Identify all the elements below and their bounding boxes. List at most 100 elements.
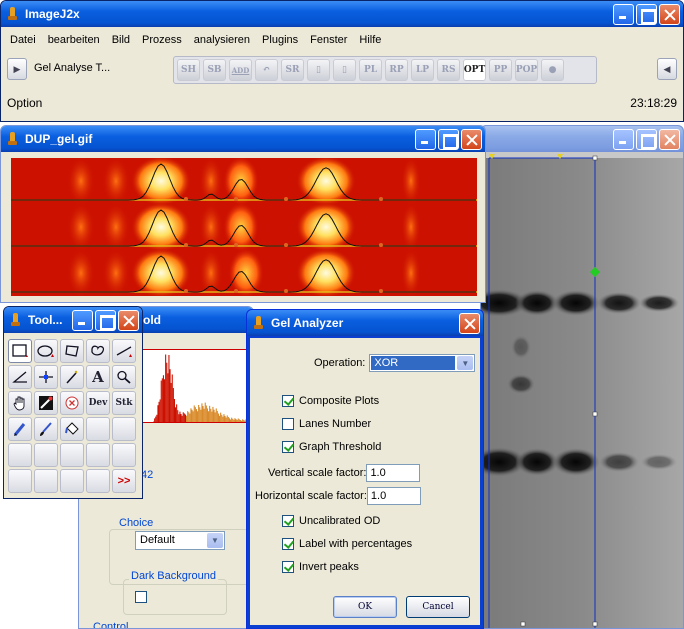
empty-tool-slot[interactable] xyxy=(8,443,32,467)
minimize-button[interactable] xyxy=(415,129,436,150)
pencil-icon[interactable] xyxy=(8,417,32,441)
dark-background-checkbox[interactable] xyxy=(135,591,147,603)
tool-button-add[interactable]: ADD xyxy=(229,59,252,81)
maximize-button[interactable] xyxy=(95,310,116,331)
flood-fill-icon[interactable] xyxy=(60,417,84,441)
play-arrow-button[interactable]: ▶ xyxy=(7,58,27,80)
dialog-close-button[interactable] xyxy=(459,313,480,334)
close-button[interactable] xyxy=(118,310,139,331)
tool-button-lp[interactable]: LP xyxy=(411,59,434,81)
tool-button-rs[interactable]: RS xyxy=(437,59,460,81)
microscope-icon xyxy=(7,132,19,146)
empty-tool-slot[interactable] xyxy=(8,469,32,493)
tool-button-info[interactable]: ● xyxy=(541,59,564,81)
tool-button-rp[interactable]: RP xyxy=(385,59,408,81)
tool-button-opt[interactable]: OPT xyxy=(463,59,486,81)
menu-bild[interactable]: Bild xyxy=(106,31,136,51)
menu-fenster[interactable]: Fenster xyxy=(304,31,353,51)
uncalibrated-od-checkbox[interactable] xyxy=(282,515,294,527)
tool-button-pp[interactable]: PP xyxy=(489,59,512,81)
tool-button-undo[interactable]: ↶ xyxy=(255,59,278,81)
invert-peaks-checkbox[interactable] xyxy=(282,561,294,573)
oval-icon[interactable] xyxy=(34,339,58,363)
choice-dropdown[interactable]: Default ▼ xyxy=(135,531,225,550)
composite-plots-checkbox[interactable] xyxy=(282,395,294,407)
menu-bearbeiten[interactable]: bearbeiten xyxy=(42,31,106,51)
maximize-button[interactable] xyxy=(438,129,459,150)
close-button[interactable] xyxy=(659,4,680,25)
histogram-bar xyxy=(188,412,190,422)
empty-tool-slot[interactable] xyxy=(60,469,84,493)
erase-x-icon[interactable] xyxy=(60,391,84,415)
tool-button-c2[interactable]: ▯ xyxy=(333,59,356,81)
empty-tool-slot[interactable] xyxy=(86,469,110,493)
histogram-bar xyxy=(169,369,171,422)
gel-image[interactable] xyxy=(481,152,684,629)
empty-tool-slot[interactable] xyxy=(86,417,110,441)
lane-profile-canvas[interactable] xyxy=(11,158,477,296)
brush-icon[interactable] xyxy=(34,417,58,441)
gel-titlebar[interactable]: DUP_gel.gif xyxy=(1,126,485,152)
back-arrow-button[interactable]: ◀ xyxy=(657,58,677,80)
stack-tool-button[interactable]: Stk xyxy=(112,391,136,415)
dropper-icon[interactable] xyxy=(34,391,58,415)
dev-tool-button[interactable]: Dev xyxy=(86,391,110,415)
close-button[interactable] xyxy=(659,129,680,150)
tool-button-pop[interactable]: POP xyxy=(515,59,538,81)
empty-tool-slot[interactable] xyxy=(34,443,58,467)
minimize-button[interactable] xyxy=(72,310,93,331)
histogram-bar xyxy=(210,408,212,422)
magnifier-icon[interactable] xyxy=(112,365,136,389)
dialog-titlebar[interactable]: Gel Analyzer xyxy=(247,310,483,336)
histogram-bar xyxy=(238,419,240,422)
horizontal-scale-input[interactable]: 1.0 xyxy=(366,487,421,505)
menu-analysieren[interactable]: analysieren xyxy=(188,31,256,51)
line-icon[interactable] xyxy=(112,339,136,363)
tool-button-sh[interactable]: SH xyxy=(177,59,200,81)
menu-prozess[interactable]: Prozess xyxy=(136,31,188,51)
lane-band xyxy=(67,202,95,252)
wand-icon[interactable] xyxy=(60,365,84,389)
tool-button-c1[interactable]: ▯ xyxy=(307,59,330,81)
more-tools-button[interactable]: >> xyxy=(112,469,136,493)
angle-icon[interactable] xyxy=(8,365,32,389)
main-titlebar[interactable]: ImageJ2x xyxy=(1,1,683,27)
rectangle-icon[interactable] xyxy=(8,339,32,363)
histogram-bar xyxy=(187,411,189,422)
polygon-icon[interactable] xyxy=(60,339,84,363)
tool-button-sr[interactable]: SR xyxy=(281,59,304,81)
empty-tool-slot[interactable] xyxy=(86,443,110,467)
minimize-button[interactable] xyxy=(613,129,634,150)
empty-tool-slot[interactable] xyxy=(112,443,136,467)
empty-tool-slot[interactable] xyxy=(60,443,84,467)
cancel-button[interactable]: Cancel xyxy=(406,596,470,618)
chevron-down-icon[interactable]: ▼ xyxy=(457,356,474,370)
crosshair-point-icon[interactable] xyxy=(34,365,58,389)
menu-plugins[interactable]: Plugins xyxy=(256,31,304,51)
empty-tool-slot[interactable] xyxy=(34,469,58,493)
maximize-button[interactable] xyxy=(636,4,657,25)
tool-button-pl[interactable]: PL xyxy=(359,59,382,81)
empty-tool-slot[interactable] xyxy=(112,417,136,441)
histogram-bar xyxy=(230,419,232,422)
menu-datei[interactable]: Datei xyxy=(4,31,42,51)
label-percentages-checkbox[interactable] xyxy=(282,538,294,550)
lanes-number-checkbox[interactable] xyxy=(282,418,294,430)
text-tool-icon[interactable]: A xyxy=(86,365,110,389)
graph-threshold-checkbox[interactable] xyxy=(282,441,294,453)
operation-select[interactable]: XOR ▼ xyxy=(369,354,476,372)
freehand-icon[interactable] xyxy=(86,339,110,363)
maximize-button[interactable] xyxy=(636,129,657,150)
minimize-button[interactable] xyxy=(613,4,634,25)
tool-button-sb[interactable]: SB xyxy=(203,59,226,81)
histogram-bar xyxy=(211,411,213,422)
microscope-icon xyxy=(253,316,265,330)
lane-band xyxy=(102,202,130,252)
vertical-scale-input[interactable]: 1.0 xyxy=(366,464,421,482)
histogram-bar xyxy=(241,420,243,422)
ok-button[interactable]: OK xyxy=(333,596,397,618)
chevron-down-icon[interactable]: ▼ xyxy=(207,533,223,548)
hand-scroll-icon[interactable] xyxy=(8,391,32,415)
menu-hilfe[interactable]: Hilfe xyxy=(353,31,387,51)
close-button[interactable] xyxy=(461,129,482,150)
